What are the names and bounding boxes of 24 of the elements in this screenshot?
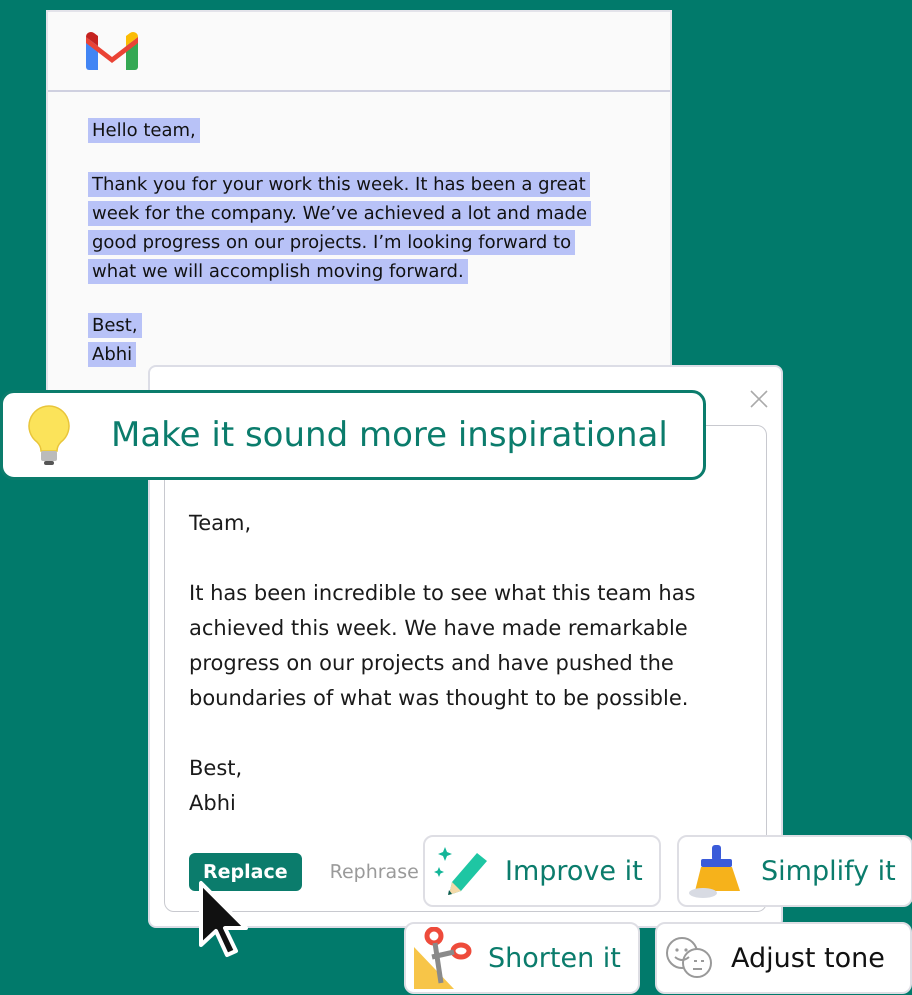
result-text-line: Team, (189, 510, 252, 537)
replace-button[interactable]: Replace (189, 853, 302, 891)
result-text-line: achieved this week. We have made remarkable (189, 615, 689, 642)
action-label: Adjust tone (731, 942, 885, 974)
action-chip[interactable]: Adjust tone (655, 922, 912, 994)
result-text-line: Abhi (189, 790, 237, 817)
result-text-line: Best, (189, 755, 244, 782)
action-chip[interactable]: Shorten it (404, 922, 640, 994)
mail-logo-icon (86, 31, 138, 71)
action-label: Improve it (505, 856, 643, 886)
action-chip[interactable]: Improve it (423, 835, 661, 907)
action-chip[interactable]: Simplify it (677, 835, 912, 907)
close-icon[interactable] (749, 389, 769, 409)
faces-icon (665, 936, 715, 980)
result-text-line: It has been incredible to see what this team has (189, 580, 697, 607)
prompt-text: Make it sound more inspirational (111, 415, 668, 455)
scissors-icon (414, 927, 472, 989)
action-label: Shorten it (488, 942, 621, 974)
result-text-line: progress on our projects and have pushed the (189, 650, 675, 677)
rephrase-button[interactable]: Rephrase (330, 853, 419, 891)
sparkle-pencil-icon (433, 845, 489, 897)
action-label: Simplify it (761, 856, 896, 886)
lightbulb-icon (27, 404, 71, 466)
result-text-line: boundaries of what was thought to be possible. (189, 685, 690, 712)
